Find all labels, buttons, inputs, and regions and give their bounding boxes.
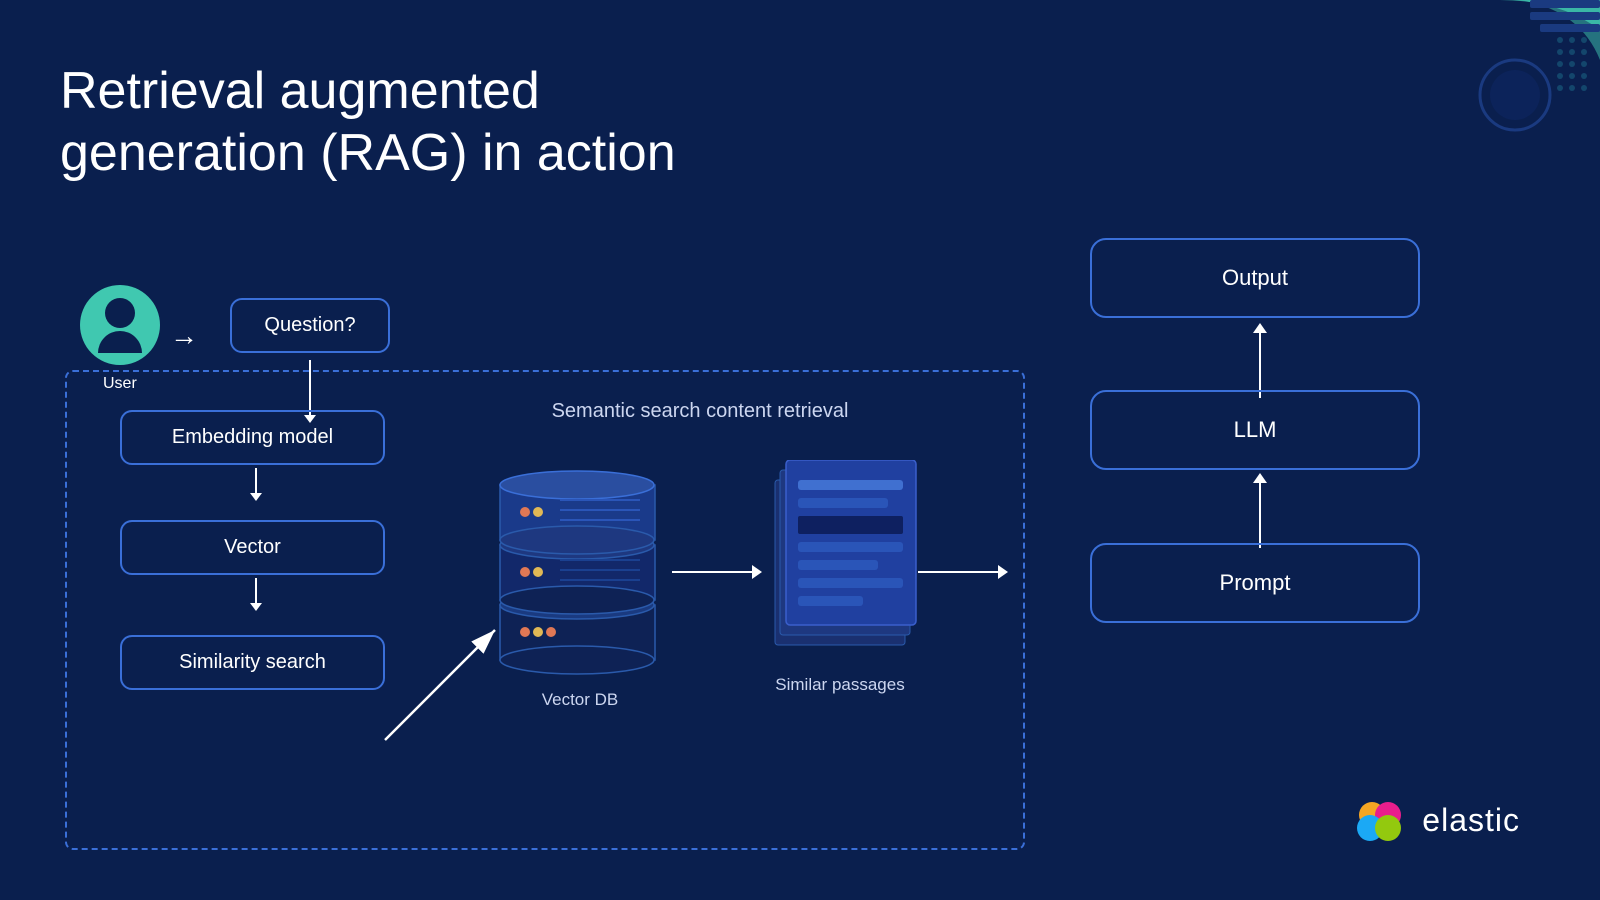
- arrow-line: [672, 571, 752, 573]
- vector-db-label: Vector DB: [542, 690, 619, 710]
- elastic-logo-icon: [1350, 790, 1410, 850]
- arrow-db-to-passages: [672, 565, 762, 579]
- question-box: Question?: [230, 298, 390, 353]
- embedding-model-box: Embedding model: [120, 410, 385, 465]
- title-section: Retrieval augmented generation (RAG) in …: [60, 60, 760, 185]
- arrow-head: [1253, 473, 1267, 483]
- arrow-llm-to-output: [1253, 323, 1267, 398]
- arrow-user-to-question: →: [170, 320, 196, 352]
- arrow-line: [255, 578, 257, 603]
- arrow-line: [1259, 483, 1261, 548]
- passages-illustration: Similar passages: [770, 460, 910, 680]
- user-body-icon: [98, 331, 142, 353]
- passages-label: Similar passages: [775, 675, 904, 695]
- arrow-head: [998, 565, 1008, 579]
- arrow-head: [250, 493, 262, 501]
- passages-svg: [770, 460, 930, 660]
- user-avatar: [80, 285, 160, 365]
- semantic-search-label: Semantic search content retrieval: [500, 400, 900, 423]
- arrow-passages-to-prompt: [918, 565, 1008, 579]
- arrow-head: [250, 603, 262, 611]
- elastic-text: elastic: [1422, 802, 1520, 839]
- vector-box: Vector: [120, 520, 385, 575]
- vector-db-illustration: Vector DB: [490, 460, 670, 680]
- arrow-line: [255, 468, 257, 493]
- output-box: Output: [1090, 238, 1420, 318]
- prompt-box: Prompt: [1090, 543, 1420, 623]
- arrow-head: [1253, 323, 1267, 333]
- elastic-logo: elastic: [1350, 790, 1520, 850]
- page-title: Retrieval augmented generation (RAG) in …: [60, 60, 760, 185]
- arrow-head: [752, 565, 762, 579]
- top-right-decoration: [1320, 0, 1600, 180]
- arrow-prompt-to-llm: [1253, 473, 1267, 548]
- llm-box: LLM: [1090, 390, 1420, 470]
- vector-db-svg: [490, 460, 670, 680]
- similarity-search-box: Similarity search: [120, 635, 385, 690]
- arrow-vector-to-similarity: [250, 578, 262, 611]
- user-head-icon: [105, 298, 135, 328]
- arrow-line: [918, 571, 998, 573]
- arrow-embedding-to-vector: [250, 468, 262, 501]
- arrow-line: [1259, 333, 1261, 398]
